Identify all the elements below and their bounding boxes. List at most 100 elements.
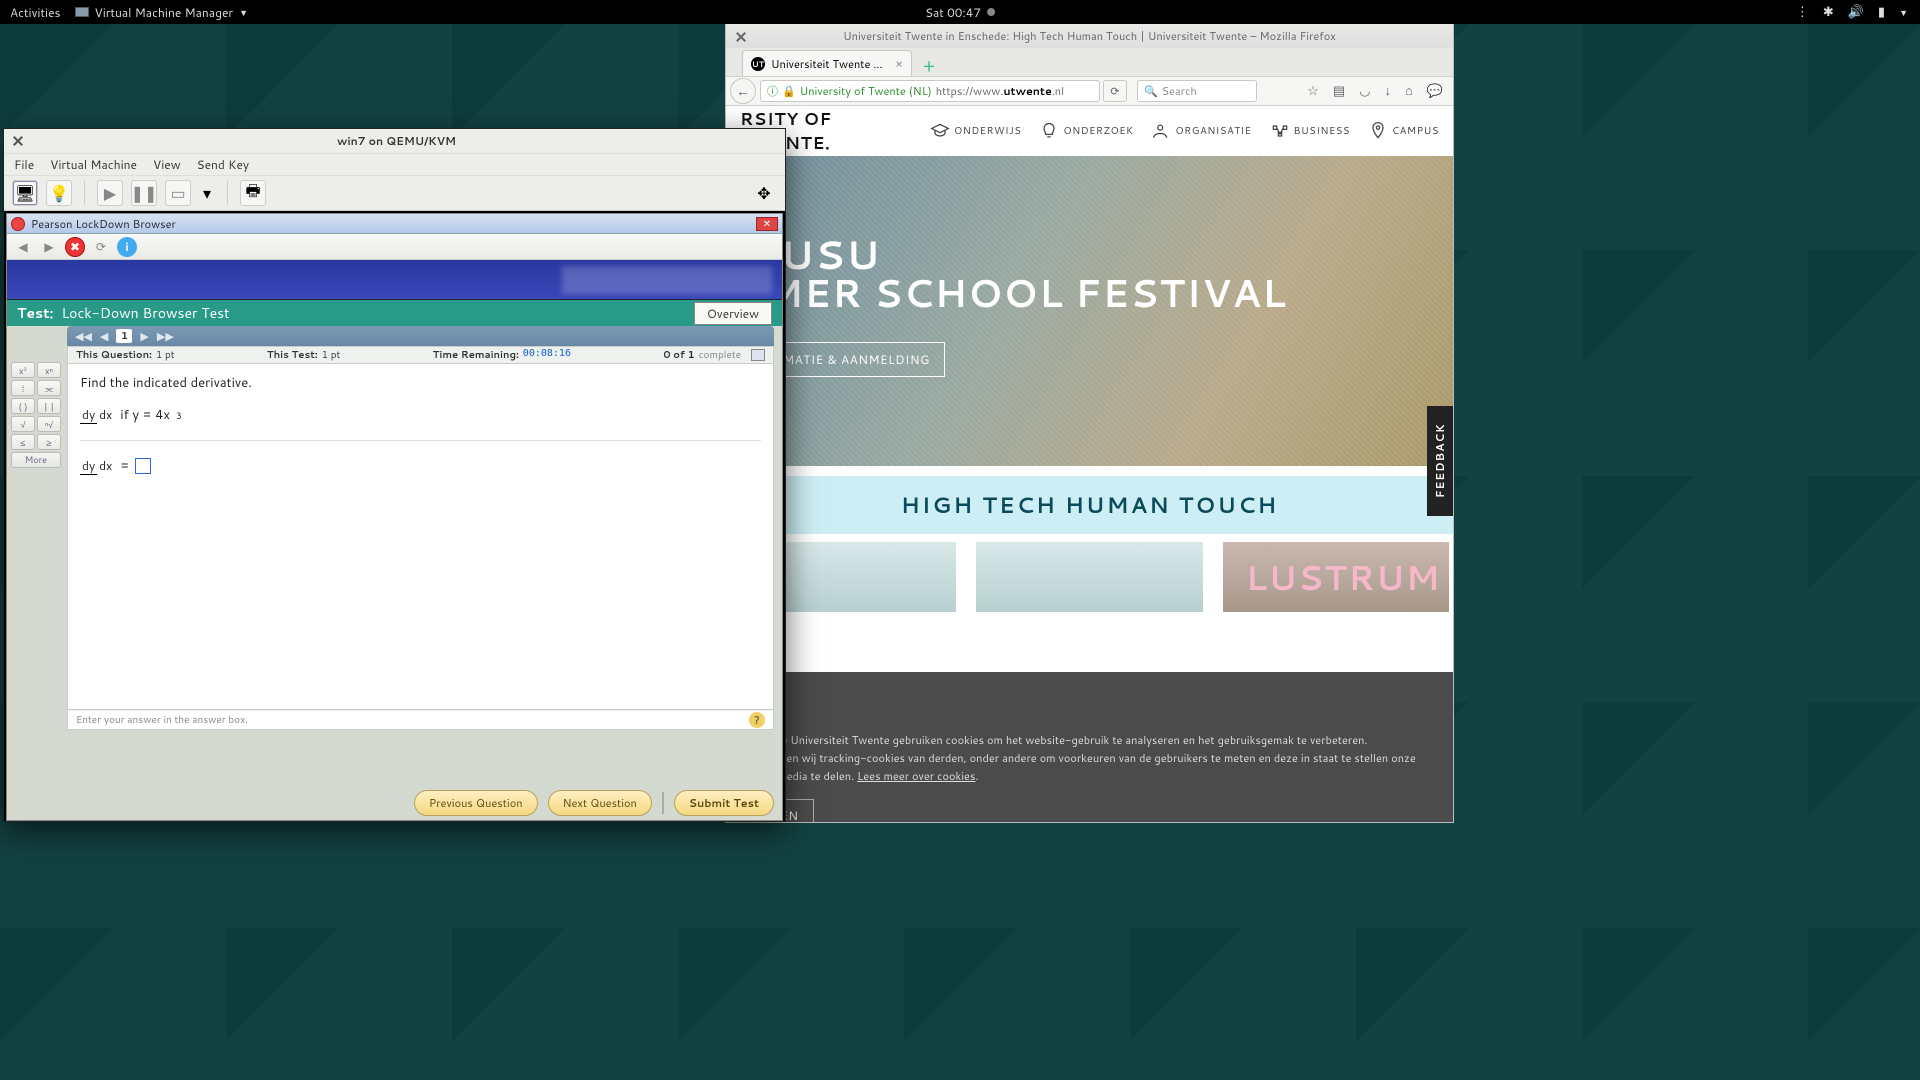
progress-count: 0 of 1 xyxy=(663,348,694,362)
navigation-toolbar: ← ⓘ 🔒 University of Twente (NL) https://… xyxy=(726,76,1453,106)
lustrum-tile[interactable]: LUSTRUM xyxy=(1233,542,1453,612)
clock[interactable]: Sat 00:47 xyxy=(925,4,995,21)
nav-organisatie[interactable]: ORGANISATIE xyxy=(1151,121,1251,141)
back-button[interactable]: ◀ xyxy=(13,237,33,257)
home-icon[interactable]: ⌂ xyxy=(1405,82,1413,100)
menu-virtual-machine[interactable]: Virtual Machine xyxy=(50,156,137,173)
shutdown-menu[interactable]: ▾ xyxy=(199,180,215,206)
pocket-icon[interactable]: ◡ xyxy=(1359,82,1370,100)
app-menu[interactable]: Virtual Machine Manager ▼ xyxy=(75,4,249,21)
info-button[interactable]: i xyxy=(117,237,137,257)
expand-icon[interactable] xyxy=(751,349,765,361)
nav-onderwijs[interactable]: ONDERWIJS xyxy=(930,121,1021,141)
search-placeholder: Search xyxy=(1162,83,1197,99)
question-panel: ◀◀ ◀ 1 ▶ ▶▶ This Question:1 pt This Test… xyxy=(67,326,774,820)
brand-banner xyxy=(7,260,782,300)
palette-btn[interactable]: √ xyxy=(11,416,35,432)
palette-btn[interactable]: xⁿ xyxy=(37,362,61,378)
lockdown-browser-window: Pearson LockDown Browser ✕ ◀ ▶ ✖ ⟳ i Tes… xyxy=(6,213,783,821)
url-bar[interactable]: ⓘ 🔒 University of Twente (NL) https://ww… xyxy=(760,80,1100,102)
test-label: Test: xyxy=(17,303,53,323)
menu-send-key[interactable]: Send Key xyxy=(197,156,250,173)
nav-onderzoek[interactable]: ONDERZOEK xyxy=(1039,121,1133,141)
firefox-titlebar: Universiteit Twente in Enschede: High Te… xyxy=(726,24,1453,48)
help-icon[interactable]: ? xyxy=(749,712,765,728)
bookmarks-menu-icon[interactable]: ▤ xyxy=(1333,82,1345,100)
news-card[interactable] xyxy=(976,542,1202,612)
test-header-bar: Test: Lock-Down Browser Test Overview xyxy=(7,300,782,326)
tab-close-icon[interactable]: × xyxy=(895,55,903,72)
chevron-down-icon: ▼ xyxy=(239,6,248,19)
answer-equation: dydx = xyxy=(80,457,761,475)
vm-title: win7 on QEMU/KVM xyxy=(32,133,785,149)
palette-btn[interactable]: ( ) xyxy=(11,398,35,414)
downloads-icon[interactable]: ↓ xyxy=(1384,82,1391,100)
stop-button[interactable]: ✖ xyxy=(65,237,85,257)
search-bar[interactable]: 🔍 Search xyxy=(1137,80,1257,102)
snapshot-button[interactable]: 🖶 xyxy=(240,180,266,206)
palette-btn[interactable]: x² xyxy=(11,362,35,378)
details-button[interactable]: 💡 xyxy=(46,180,72,206)
hero-headline: IOUSU MMER SCHOOL FESTIVAL xyxy=(726,234,1287,312)
menu-view[interactable]: View xyxy=(153,156,181,173)
lockdown-titlebar: Pearson LockDown Browser ✕ xyxy=(7,214,782,234)
question-prompt: Find the indicated derivative. xyxy=(80,374,761,392)
slogan-banner: HIGH TECH HUMAN TOUCH xyxy=(726,476,1453,534)
palette-btn[interactable]: ≤ xyxy=(11,434,35,450)
search-icon: 🔍 xyxy=(1144,83,1158,99)
this-test-label: This Test: xyxy=(267,348,318,362)
cookie-learn-more-link[interactable]: Lees meer over cookies xyxy=(857,768,975,784)
tab-title: Universiteit Twente i... xyxy=(771,56,885,72)
new-tab-button[interactable]: + xyxy=(918,56,940,76)
submit-test-button[interactable]: Submit Test xyxy=(674,790,774,816)
first-button[interactable]: ◀◀ xyxy=(75,328,92,344)
activities-button[interactable]: Activities xyxy=(10,4,61,21)
close-button[interactable]: ✕ xyxy=(756,217,778,231)
palette-btn[interactable]: ⁞ xyxy=(11,380,35,396)
site-header: RSITY OF TWENTE. ONDERWIJS ONDERZOEK ORG… xyxy=(726,106,1453,156)
bluetooth-icon: ✱ xyxy=(1823,3,1834,21)
palette-btn[interactable]: ≥ xyxy=(37,434,61,450)
close-icon[interactable] xyxy=(12,135,24,147)
palette-btn[interactable]: ⫘ xyxy=(37,380,61,396)
reload-button[interactable]: ⟳ xyxy=(1103,80,1127,102)
previous-question-button[interactable]: Previous Question xyxy=(414,790,538,816)
feedback-tab[interactable]: FEEDBACK xyxy=(1427,406,1453,516)
menu-file[interactable]: File xyxy=(14,156,34,173)
back-button[interactable]: ← xyxy=(730,78,756,104)
bookmark-star-icon[interactable]: ☆ xyxy=(1307,82,1319,100)
given-equation: dydx if y = 4x3 xyxy=(80,406,761,424)
overview-button[interactable]: Overview xyxy=(694,302,772,325)
favicon-icon: UT xyxy=(751,57,765,71)
run-button[interactable]: ▶ xyxy=(97,180,123,206)
palette-btn[interactable]: ⁿ√ xyxy=(37,416,61,432)
answer-input[interactable] xyxy=(135,458,151,474)
prev-button[interactable]: ◀ xyxy=(100,328,108,344)
hint-text: Enter your answer in the answer box. xyxy=(76,713,248,727)
refresh-button[interactable]: ⟳ xyxy=(91,237,111,257)
virt-manager-window: win7 on QEMU/KVM File Virtual Machine Vi… xyxy=(3,128,786,822)
cookie-text: tes van de Universiteit Twente gebruiken… xyxy=(736,732,1443,750)
next-question-button[interactable]: Next Question xyxy=(548,790,652,816)
next-button[interactable]: ▶ xyxy=(140,328,148,344)
chat-icon[interactable]: 💬 xyxy=(1427,82,1443,100)
palette-btn[interactable]: | | xyxy=(37,398,61,414)
fullscreen-button[interactable]: ✥ xyxy=(751,180,777,206)
cookie-text: st gebruiken wij tracking-cookies van de… xyxy=(736,750,1443,768)
console-button[interactable]: 🖥 xyxy=(12,180,38,206)
wifi-icon: ⋮ xyxy=(1796,3,1809,21)
pause-button[interactable]: ❚❚ xyxy=(131,180,157,206)
status-area[interactable]: ⋮ ✱ 🔊 ▮ ▼ xyxy=(1796,3,1920,21)
nav-campus[interactable]: CAMPUS xyxy=(1368,121,1439,141)
browser-tab[interactable]: UT Universiteit Twente i... × xyxy=(742,50,912,76)
cookie-heading: S xyxy=(736,702,1443,724)
last-button[interactable]: ▶▶ xyxy=(157,328,174,344)
shutdown-button[interactable]: ▭ xyxy=(165,180,191,206)
nav-business[interactable]: BUSINESS xyxy=(1270,121,1351,141)
palette-more-button[interactable]: More xyxy=(11,452,61,468)
hero-image: IOUSU MMER SCHOOL FESTIVAL INFORMATIE & … xyxy=(726,156,1453,466)
guest-display[interactable]: Pearson LockDown Browser ✕ ◀ ▶ ✖ ⟳ i Tes… xyxy=(4,211,785,821)
close-icon[interactable] xyxy=(736,31,746,41)
battery-icon: ▮ xyxy=(1878,3,1885,21)
forward-button[interactable]: ▶ xyxy=(39,237,59,257)
